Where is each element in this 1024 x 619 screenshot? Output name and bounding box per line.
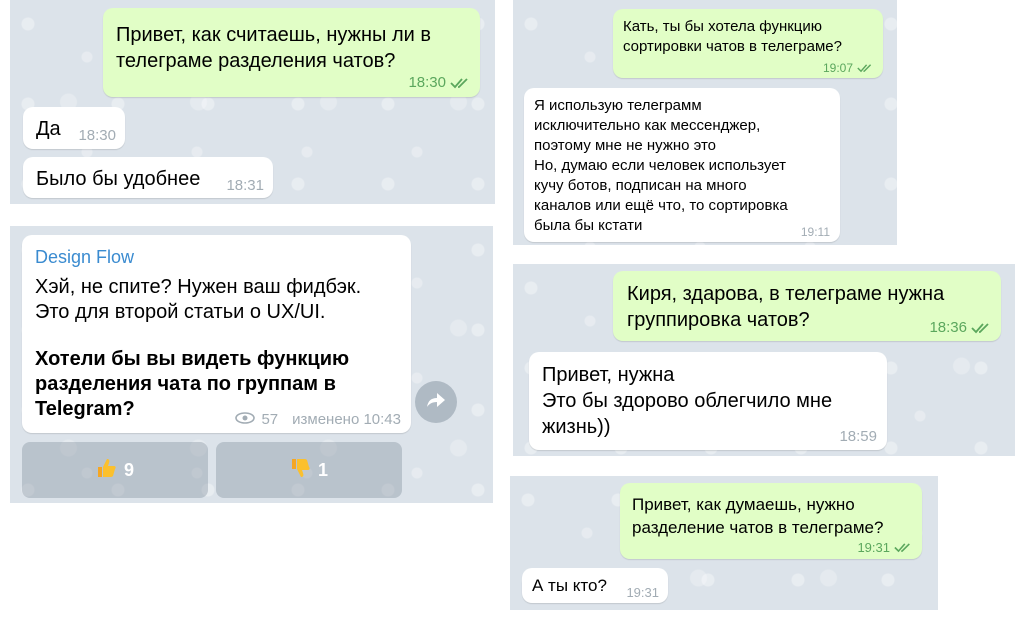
message-meta: 18:36 (929, 319, 991, 336)
dislike-count: 1 (317, 459, 328, 480)
message-time: 18:36 (929, 319, 967, 336)
edited-label: изменено 10:43 (292, 411, 401, 428)
channel-post[interactable]: Design Flow Хэй, не спите? Нужен ваш фид… (22, 235, 411, 433)
message-text: Да (36, 118, 61, 140)
message-time: 19:31 (626, 585, 659, 600)
post-meta: 57 изменено 10:43 (235, 411, 401, 428)
message-text: А ты кто? (532, 576, 607, 595)
message-time: 18:30 (78, 127, 116, 144)
double-check-icon (857, 63, 873, 73)
message-time: 19:11 (800, 225, 830, 239)
post-body: Хэй, не спите? Нужен ваш фидбэк. Это для… (35, 276, 362, 323)
message-meta: 19:31 (857, 540, 912, 555)
message-time: 18:30 (408, 74, 446, 91)
chat-panel-4: Киря, здарова, в телеграме нужна группир… (513, 264, 1015, 456)
incoming-message[interactable]: Я использую телеграмм исключительно как … (524, 88, 840, 242)
outgoing-message[interactable]: Кать, ты бы хотела функцию сортировки ча… (613, 9, 883, 78)
message-text: Я использую телеграмм исключительно как … (534, 97, 788, 234)
share-button[interactable] (415, 381, 457, 423)
outgoing-message[interactable]: Привет, как думаешь, нужно разделение ча… (620, 483, 922, 559)
message-text: Кать, ты бы хотела функцию сортировки ча… (623, 18, 842, 55)
message-text: Привет, нужна Это бы здорово облегчило м… (542, 364, 833, 438)
channel-name[interactable]: Design Flow (35, 247, 134, 268)
message-text: Киря, здарова, в телеграме нужна группир… (627, 283, 945, 331)
double-check-icon (450, 77, 470, 89)
outgoing-message[interactable]: Привет, как считаешь, нужны ли в телегра… (103, 8, 480, 97)
message-meta: 18:30 (408, 74, 470, 91)
message-time: 18:59 (839, 428, 877, 445)
message-meta: 19:07 (823, 61, 873, 75)
chat-panel-2: Кать, ты бы хотела функцию сортировки ча… (513, 0, 897, 245)
message-time: 18:31 (226, 177, 264, 194)
incoming-message[interactable]: Да 18:30 (23, 107, 125, 149)
message-text: Привет, как считаешь, нужны ли в телегра… (116, 24, 431, 72)
channel-panel: Design Flow Хэй, не спите? Нужен ваш фид… (10, 226, 493, 503)
incoming-message[interactable]: Было бы удобнее 18:31 (23, 157, 273, 198)
message-time: 19:07 (822, 61, 853, 75)
chat-panel-5: Привет, как думаешь, нужно разделение ча… (510, 476, 938, 610)
reaction-like-button[interactable]: 9 (22, 442, 208, 498)
view-count: 57 (261, 411, 279, 428)
share-arrow-icon (426, 392, 446, 413)
eye-icon (235, 411, 256, 428)
chat-panel-1: Привет, как считаешь, нужны ли в телегра… (10, 0, 495, 204)
incoming-message[interactable]: Привет, нужна Это бы здорово облегчило м… (529, 352, 887, 450)
thumbs-down-icon (290, 457, 312, 484)
double-check-icon (971, 322, 991, 334)
incoming-message[interactable]: А ты кто? 19:31 (522, 568, 668, 603)
outgoing-message[interactable]: Киря, здарова, в телеграме нужна группир… (613, 271, 1001, 341)
message-time: 19:31 (857, 540, 890, 555)
reaction-dislike-button[interactable]: 1 (216, 442, 402, 498)
message-text: Привет, как думаешь, нужно разделение ча… (632, 495, 884, 537)
double-check-icon (894, 542, 912, 553)
thumbs-up-icon (96, 457, 118, 484)
message-text: Было бы удобнее (36, 168, 201, 190)
like-count: 9 (123, 459, 134, 480)
